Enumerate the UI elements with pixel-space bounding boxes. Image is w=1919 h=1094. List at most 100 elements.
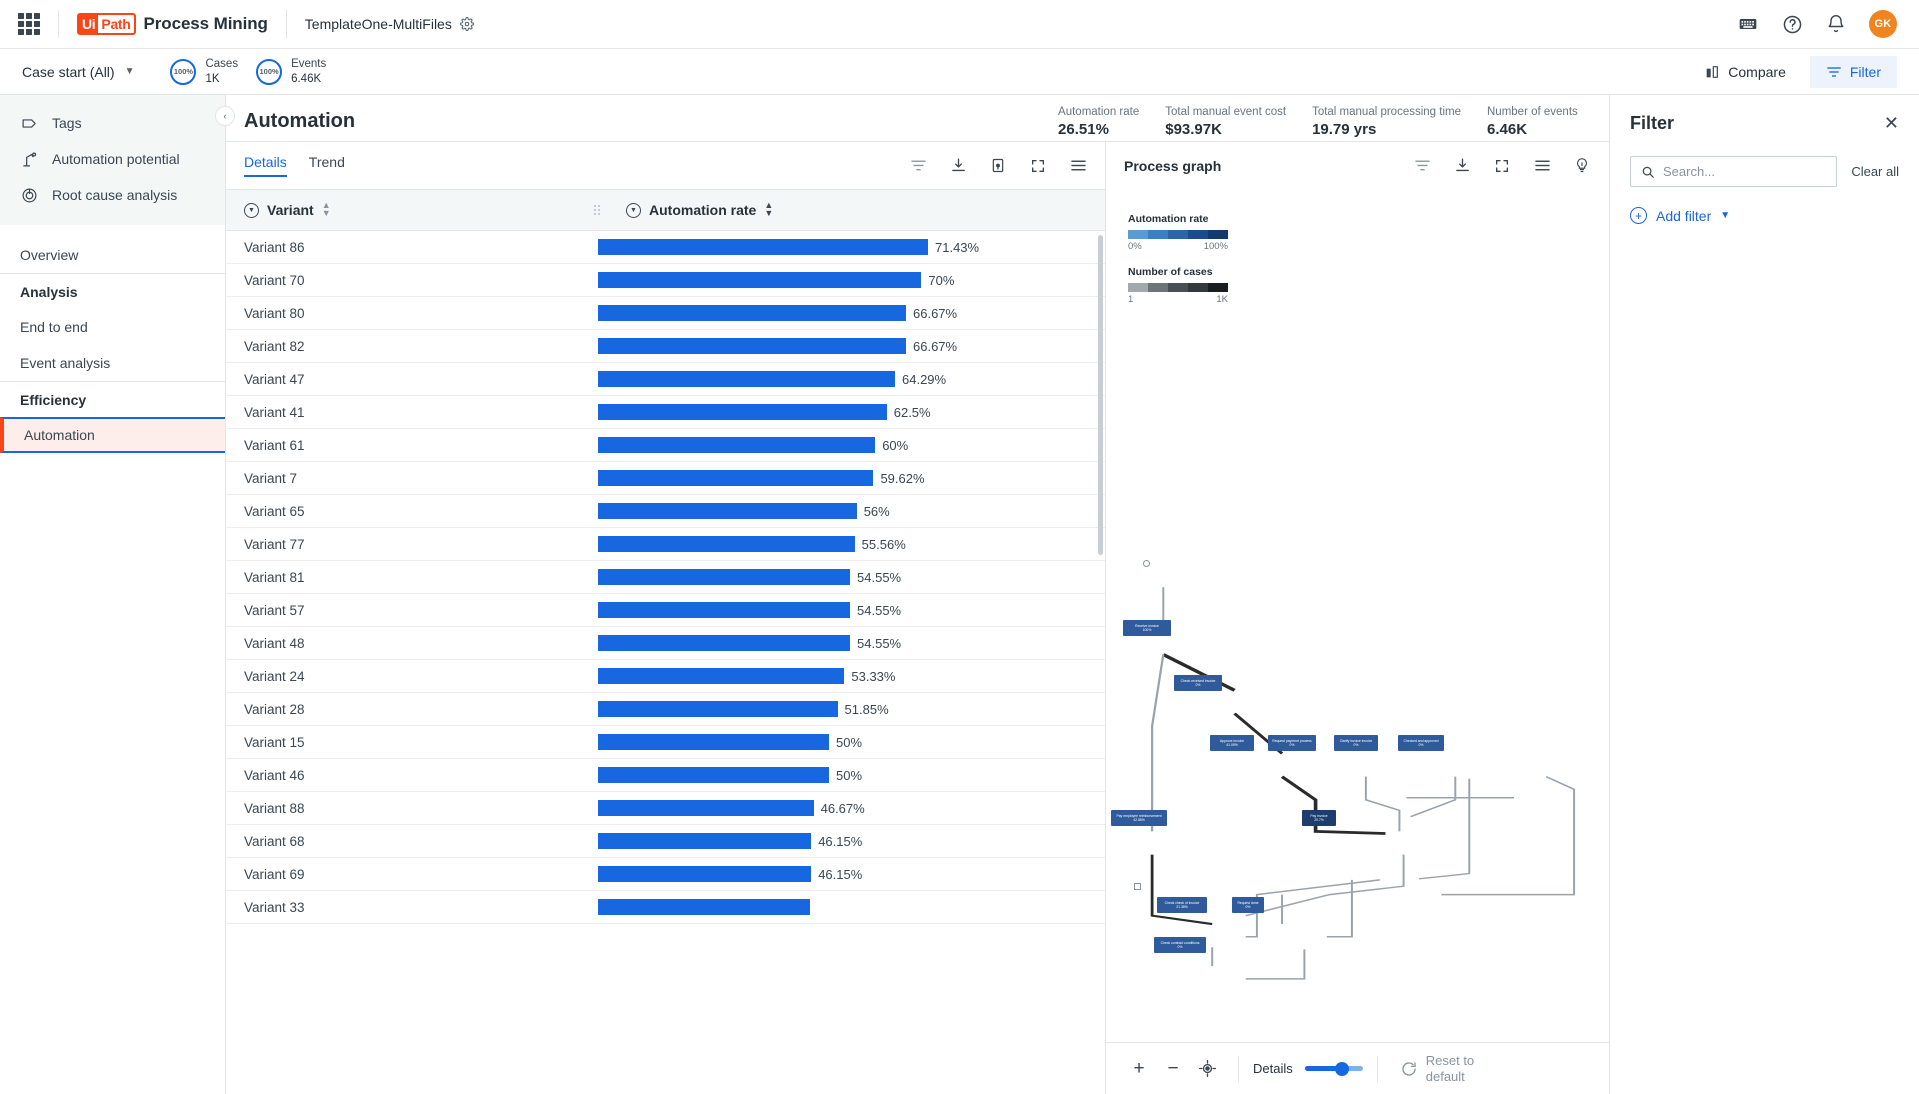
fullscreen-icon[interactable] [1029, 157, 1047, 175]
case-start-selector[interactable]: Case start (All) ▼ [22, 64, 134, 80]
variant-name: Variant 77 [244, 536, 305, 552]
tab-trend[interactable]: Trend [309, 154, 345, 177]
table-row[interactable]: Variant 68 46.15% [226, 825, 1105, 858]
zoom-in-button[interactable]: + [1122, 1052, 1156, 1086]
menu-icon[interactable] [1533, 157, 1551, 175]
table-row[interactable]: Variant 65 56% [226, 495, 1105, 528]
node-metric: 0% [1289, 743, 1295, 747]
process-graph-node[interactable]: Checked and approved 0% [1398, 735, 1444, 751]
sidebar-item-root-cause-analysis[interactable]: Root cause analysis [0, 177, 225, 213]
download-icon[interactable] [949, 157, 967, 175]
search-input[interactable] [1663, 164, 1827, 179]
table-row[interactable]: Variant 77 55.56% [226, 528, 1105, 561]
sidebar-item-overview[interactable]: Overview [0, 237, 225, 273]
process-graph-node[interactable]: Receive invoice 100% [1123, 620, 1171, 636]
bell-icon[interactable] [1825, 13, 1847, 35]
menu-icon[interactable] [1069, 157, 1087, 175]
search-box[interactable] [1630, 156, 1838, 187]
zoom-out-button[interactable]: − [1156, 1052, 1190, 1086]
sidebar-item-event-analysis[interactable]: Event analysis [0, 345, 225, 381]
column-resize-handle[interactable] [586, 204, 608, 216]
compare-button[interactable]: Compare [1694, 57, 1796, 87]
column-header-automation-rate[interactable]: ▼ Automation rate ▲ ▼ [608, 201, 773, 218]
refresh-icon[interactable] [1392, 1052, 1426, 1086]
process-graph-node[interactable]: Check check of invoice 21.38% [1157, 897, 1207, 913]
process-graph-node[interactable]: Approve invoice 41.09% [1210, 735, 1254, 751]
process-graph-node[interactable]: Request payment process 0% [1268, 735, 1316, 751]
metric-events[interactable]: 100% Events 6.46K [256, 57, 326, 85]
help-icon[interactable] [1781, 13, 1803, 35]
kpi-value: 26.51% [1058, 121, 1109, 138]
table-row[interactable]: Variant 81 54.55% [226, 561, 1105, 594]
sidebar-item-automation[interactable]: Automation [0, 417, 225, 453]
table-row[interactable]: Variant 33 [226, 891, 1105, 924]
details-slider[interactable] [1304, 1061, 1363, 1076]
table-row[interactable]: Variant 7 59.62% [226, 462, 1105, 495]
process-graph-canvas[interactable]: Receive invoice 100% Check received invoic… [1106, 305, 1609, 1042]
sidebar-collapse-icon[interactable]: ‹ [215, 106, 235, 126]
cases-label: Cases [205, 58, 239, 71]
table-header-row: ▼ Variant ▲ ▼ ▼ Automation rate ▲ ▼ [226, 189, 1105, 231]
sidebar-item-tags[interactable]: Tags [0, 105, 225, 141]
table-row[interactable]: Variant 15 50% [226, 726, 1105, 759]
table-row[interactable]: Variant 46 50% [226, 759, 1105, 792]
save-icon[interactable] [989, 157, 1007, 175]
table-row[interactable]: Variant 24 53.33% [226, 660, 1105, 693]
table-row[interactable]: Variant 47 64.29% [226, 363, 1105, 396]
clear-all-button[interactable]: Clear all [1851, 164, 1899, 179]
table-row[interactable]: Variant 86 71.43% [226, 231, 1105, 264]
process-graph-node[interactable]: Check received invoice 0% [1174, 675, 1222, 691]
filter-icon[interactable] [1413, 157, 1431, 175]
variant-name: Variant 28 [244, 701, 305, 717]
reset-to-default-button[interactable]: Reset to default [1426, 1053, 1496, 1084]
process-graph-node[interactable]: Request done 0% [1232, 897, 1264, 913]
process-graph-node[interactable]: Check contract conditions 0% [1154, 937, 1206, 953]
recenter-icon[interactable] [1190, 1052, 1224, 1086]
slider-knob[interactable] [1334, 1061, 1349, 1076]
vertical-scrollbar[interactable] [1098, 235, 1103, 555]
table-row[interactable]: Variant 70 70% [226, 264, 1105, 297]
table-row[interactable]: Variant 88 46.67% [226, 792, 1105, 825]
sidebar-item-end-to-end[interactable]: End to end [0, 309, 225, 345]
chevron-down-circle-icon: ▼ [244, 202, 259, 218]
add-filter-button[interactable]: + Add filter ▼ [1630, 207, 1899, 224]
process-graph-node[interactable]: Pay invoice 20.7% [1302, 810, 1336, 826]
table-body[interactable]: Variant 86 71.43% Variant 70 70% Variant 80 6… [226, 231, 1105, 1094]
table-row[interactable]: Variant 69 46.15% [226, 858, 1105, 891]
body: ‹ Tags Automation potential Root cause a… [0, 95, 1919, 1094]
insights-icon[interactable] [1573, 157, 1591, 175]
filter-button[interactable]: Filter [1809, 55, 1897, 88]
process-graph-node[interactable]: Pay employee reimbursement 42.86% [1111, 810, 1167, 826]
tab-details[interactable]: Details [244, 154, 287, 177]
chevron-down-circle-icon: ▼ [626, 202, 641, 218]
bar [598, 305, 906, 321]
avatar[interactable]: GK [1869, 10, 1897, 38]
brand-logo[interactable]: Ui Path Process Mining [77, 13, 268, 35]
project-name[interactable]: TemplateOne-MultiFiles [305, 16, 452, 32]
table-row[interactable]: Variant 82 66.67% [226, 330, 1105, 363]
filter-icon[interactable] [909, 157, 927, 175]
download-icon[interactable] [1453, 157, 1471, 175]
table-row[interactable]: Variant 80 66.67% [226, 297, 1105, 330]
node-metric: 0% [1418, 743, 1424, 747]
events-label: Events [291, 58, 327, 71]
table-row[interactable]: Variant 61 60% [226, 429, 1105, 462]
variant-name: Variant 7 [244, 470, 298, 486]
process-graph-node[interactable]: Clarify invoice invoice 0% [1334, 735, 1378, 751]
node-metric: 42.86% [1133, 818, 1145, 822]
sidebar-item-automation-potential[interactable]: Automation potential [0, 141, 225, 177]
gear-icon[interactable] [459, 17, 474, 31]
close-icon[interactable]: ✕ [1884, 113, 1899, 134]
table-row[interactable]: Variant 57 54.55% [226, 594, 1105, 627]
automation-rate-cell: 53.33% [586, 668, 1105, 684]
fullscreen-icon[interactable] [1493, 157, 1511, 175]
column-header-variant[interactable]: ▼ Variant ▲ ▼ [226, 201, 586, 218]
kpi-label: Total manual event cost [1165, 106, 1287, 118]
kpi-label: Total manual processing time [1312, 106, 1461, 118]
table-row[interactable]: Variant 28 51.85% [226, 693, 1105, 726]
table-row[interactable]: Variant 48 54.55% [226, 627, 1105, 660]
keyboard-icon[interactable] [1737, 13, 1759, 35]
app-grid-icon[interactable] [18, 13, 40, 35]
metric-cases[interactable]: 100% Cases 1K [170, 57, 238, 85]
table-row[interactable]: Variant 41 62.5% [226, 396, 1105, 429]
